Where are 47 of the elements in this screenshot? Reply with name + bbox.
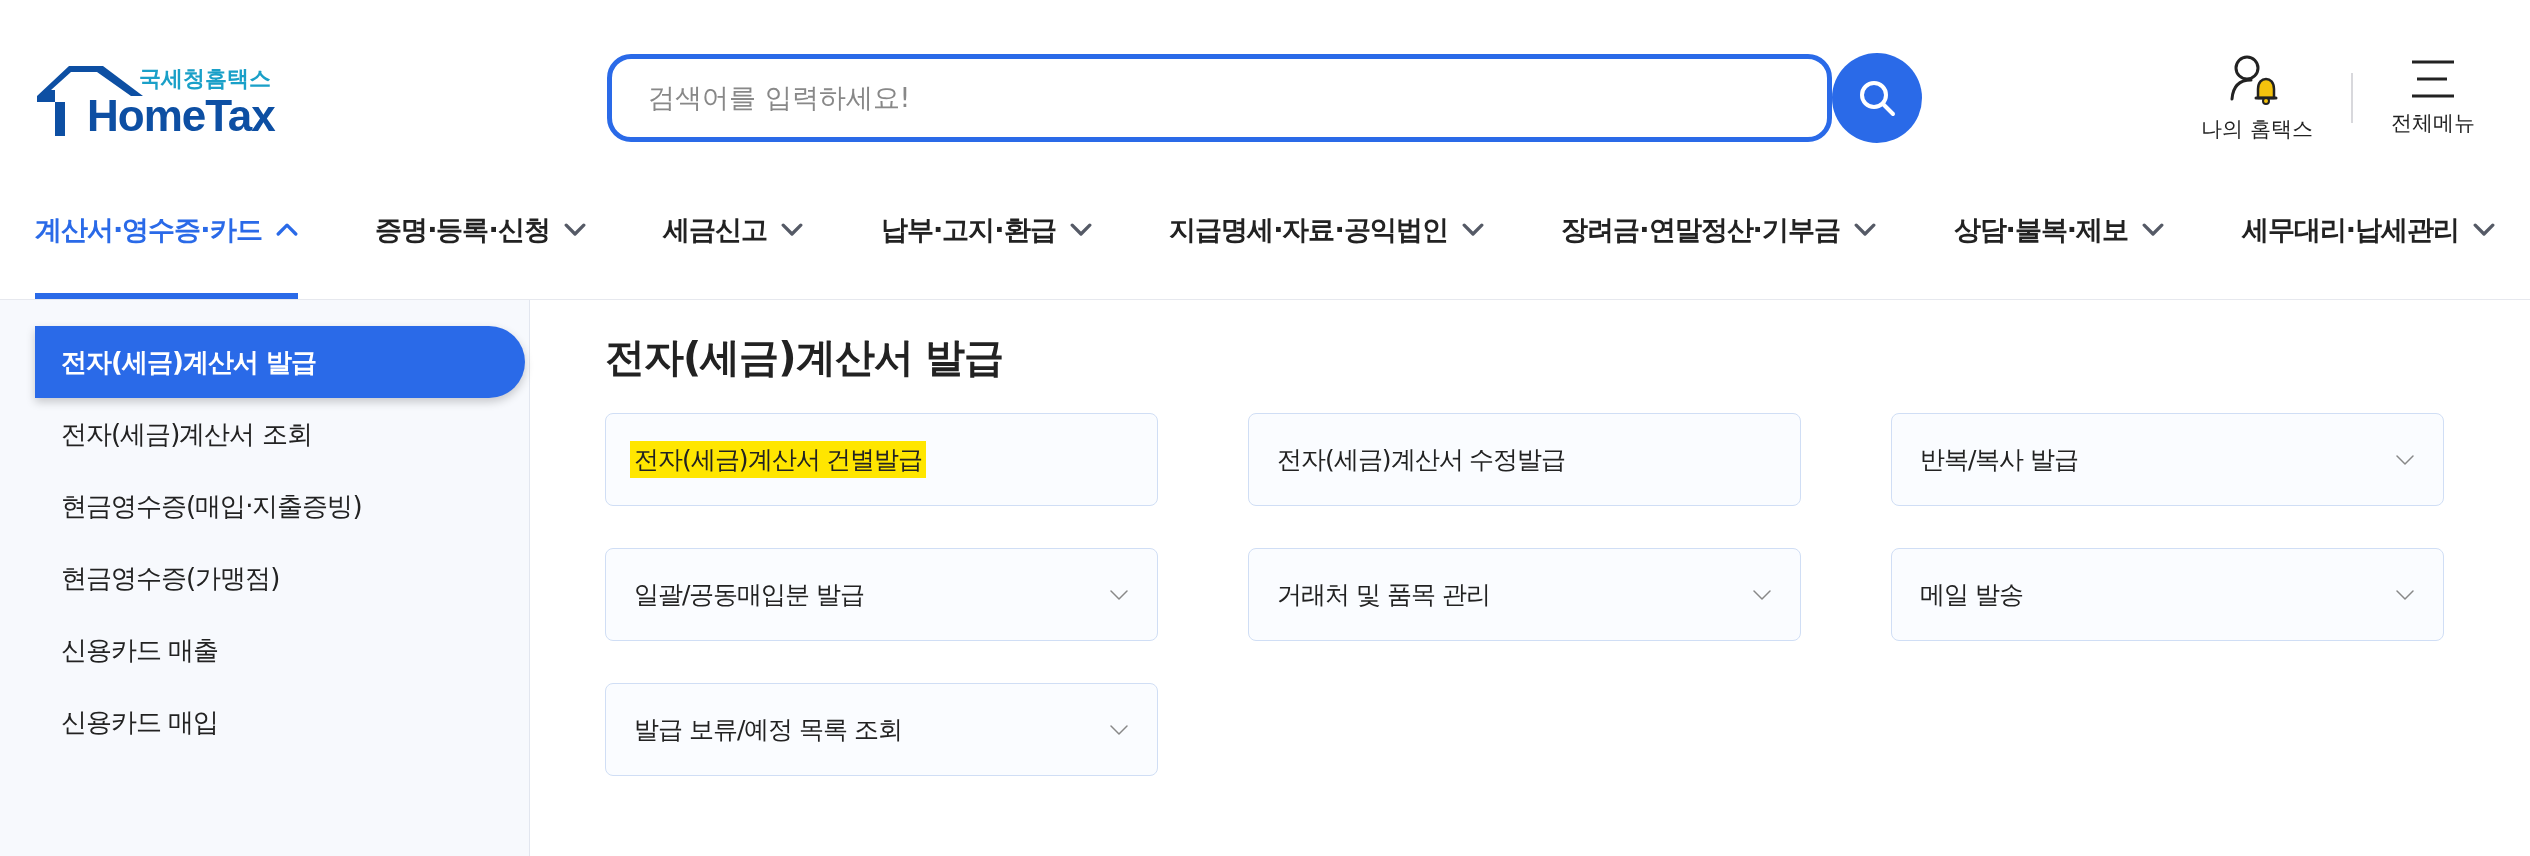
chevron-down-icon: [2395, 588, 2415, 601]
nav-tab[interactable]: 납부·고지·환급: [881, 175, 1092, 299]
nav-tab[interactable]: 장려금·연말정산·기부금: [1561, 175, 1876, 299]
sidebar-item[interactable]: 전자(세금)계산서 조회: [35, 398, 525, 470]
page-title: 전자(세금)계산서 발급: [605, 333, 1005, 382]
card-label: 거래처 및 품목 관리: [1276, 579, 1491, 611]
menu-card[interactable]: 일괄/공동매입분 발급: [605, 548, 1158, 641]
card-label: 전자(세금)계산서 수정발급: [1276, 444, 1567, 476]
search-field[interactable]: 검색어를 입력하세요!: [607, 53, 1832, 142]
nav-tab[interactable]: 세금신고: [663, 175, 804, 299]
menu-card[interactable]: 반복/복사 발급: [1891, 413, 2444, 506]
chevron-down-icon: [1461, 223, 1484, 237]
chevron-down-icon: [2395, 453, 2415, 466]
menu-card[interactable]: 메일 발송: [1891, 548, 2444, 641]
chevron-down-icon: [1069, 223, 1092, 237]
nav-tab[interactable]: 증명·등록·신청: [375, 175, 586, 299]
chevron-down-icon: [2472, 223, 2495, 237]
card-label: 일괄/공동매입분 발급: [633, 579, 866, 611]
card-label: 발급 보류/예정 목록 조회: [633, 714, 904, 746]
all-menu-button[interactable]: 전체메뉴: [2391, 58, 2475, 137]
logo-wordmark: HomeTax: [87, 93, 275, 138]
chevron-down-icon: [1752, 588, 1772, 601]
nav-tab[interactable]: 상담·불복·제보: [1953, 175, 2165, 299]
nav-tab[interactable]: 세무대리·납세관리: [2241, 175, 2495, 299]
logo-subtitle: 국세청홈택스: [138, 64, 271, 93]
chevron-down-icon: [1109, 588, 1129, 601]
chevron-up-icon: [275, 223, 298, 237]
menu-card[interactable]: 발급 보류/예정 목록 조회: [605, 683, 1158, 776]
sidebar-item[interactable]: 신용카드 매출: [35, 614, 525, 686]
chevron-down-icon: [563, 223, 586, 237]
sidebar-item[interactable]: 신용카드 매입: [35, 686, 525, 758]
card-label: 메일 발송: [1919, 579, 2024, 611]
menu-card[interactable]: 전자(세금)계산서 수정발급: [1248, 413, 1801, 506]
card-label: 반복/복사 발급: [1919, 444, 2080, 476]
menu-card[interactable]: 거래처 및 품목 관리: [1248, 548, 1801, 641]
sidebar-item[interactable]: 현금영수증(가맹점): [35, 542, 525, 614]
my-account-button[interactable]: 나의 홈택스: [2201, 52, 2313, 143]
nav-tab[interactable]: 지급명세·자료·공익법인: [1169, 175, 1484, 299]
chevron-down-icon: [2142, 223, 2165, 237]
menu-icon: [2409, 58, 2457, 99]
chevron-down-icon: [1109, 723, 1129, 736]
sidebar-item[interactable]: 전자(세금)계산서 발급: [35, 326, 525, 398]
highlighted-label: 전자(세금)계산서 건별발급: [630, 441, 927, 478]
menu-card[interactable]: 전자(세금)계산서 건별발급: [605, 413, 1158, 506]
chevron-down-icon: [1853, 223, 1876, 237]
sidebar-item[interactable]: 현금영수증(매입·지출증빙): [35, 470, 525, 542]
chevron-down-icon: [781, 223, 804, 237]
